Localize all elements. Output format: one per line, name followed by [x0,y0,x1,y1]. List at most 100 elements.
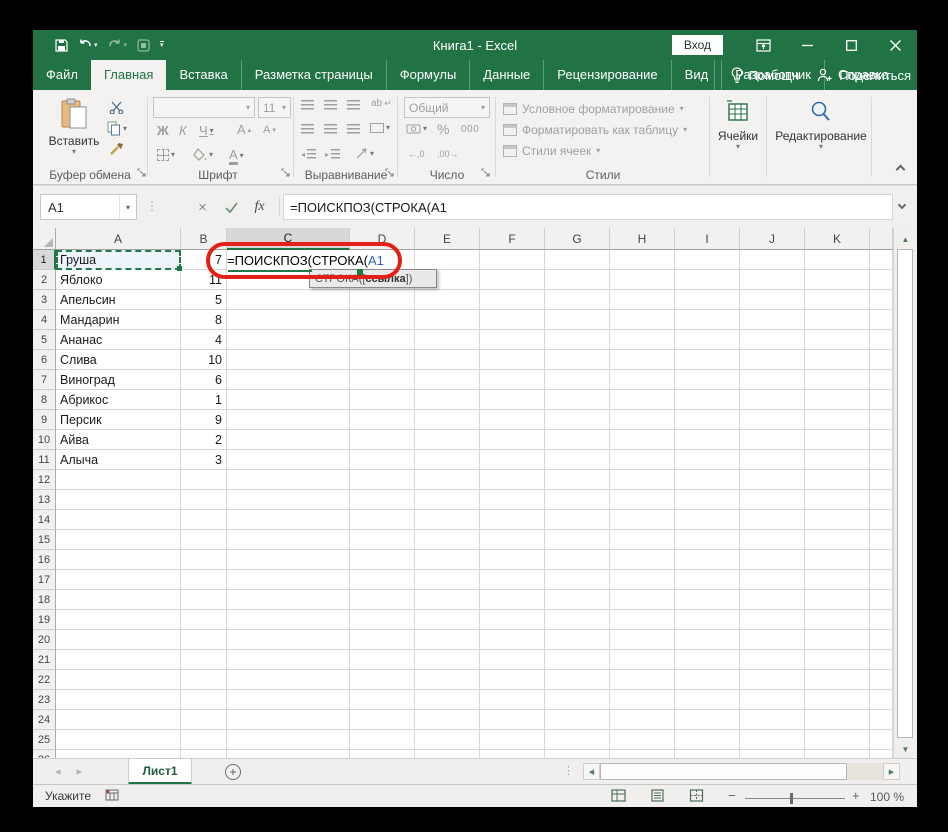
merge-center-button[interactable]: ▾ [370,123,390,133]
cell-I15[interactable] [675,530,740,550]
col-header-F[interactable]: F [480,228,545,250]
row-header-22[interactable]: 22 [33,670,56,690]
collapse-ribbon-icon[interactable] [896,165,906,175]
row-header-4[interactable]: 4 [33,310,56,330]
cell-partial-22[interactable] [870,670,893,690]
cell-F4[interactable] [480,310,545,330]
cell-B14[interactable] [181,510,227,530]
zoom-slider-track[interactable] [745,798,845,799]
cell-E24[interactable] [415,710,480,730]
cell-I22[interactable] [675,670,740,690]
cell-D11[interactable] [350,450,415,470]
cell-D23[interactable] [350,690,415,710]
sign-in-button[interactable]: Вход [672,35,723,55]
cell-D3[interactable] [350,290,415,310]
cell-K12[interactable] [805,470,870,490]
cell-G12[interactable] [545,470,610,490]
cell-A6[interactable]: Слива [56,350,181,370]
grow-font-button[interactable]: А▴ [237,122,251,137]
cell-C8[interactable] [227,390,350,410]
cell-J10[interactable] [740,430,805,450]
cell-F13[interactable] [480,490,545,510]
font-name-combo[interactable]: ▾ [153,97,255,118]
cell-K20[interactable] [805,630,870,650]
decrease-decimal-button[interactable]: ,00→ [437,149,459,159]
cell-A14[interactable] [56,510,181,530]
cell-G2[interactable] [545,270,610,290]
cell-I5[interactable] [675,330,740,350]
cell-B1[interactable]: 7 [181,250,227,270]
cell-F11[interactable] [480,450,545,470]
scroll-up-icon[interactable]: ▲ [894,230,917,248]
cell-I16[interactable] [675,550,740,570]
cell-B22[interactable] [181,670,227,690]
cell-B12[interactable] [181,470,227,490]
row-header-16[interactable]: 16 [33,550,56,570]
cell-I21[interactable] [675,650,740,670]
ribbon-tab-2[interactable]: Главная [91,60,166,90]
cell-partial-7[interactable] [870,370,893,390]
cancel-entry-button[interactable]: × [190,194,215,220]
cell-F7[interactable] [480,370,545,390]
copy-button[interactable]: ▾ [107,121,127,136]
cell-E4[interactable] [415,310,480,330]
cell-H24[interactable] [610,710,675,730]
cell-E13[interactable] [415,490,480,510]
cell-E10[interactable] [415,430,480,450]
clipboard-dialog-launcher-icon[interactable] [137,166,146,180]
cell-K16[interactable] [805,550,870,570]
cell-I1[interactable] [675,250,740,270]
cell-H7[interactable] [610,370,675,390]
cell-G4[interactable] [545,310,610,330]
cell-D20[interactable] [350,630,415,650]
row-header-24[interactable]: 24 [33,710,56,730]
align-middle-button[interactable] [324,100,337,110]
borders-button[interactable]: ▾ [157,149,175,161]
name-box-dropdown-icon[interactable]: ▾ [119,195,136,219]
col-header-H[interactable]: H [610,228,675,250]
cell-I24[interactable] [675,710,740,730]
cell-C21[interactable] [227,650,350,670]
cell-F12[interactable] [480,470,545,490]
cell-K25[interactable] [805,730,870,750]
cell-E14[interactable] [415,510,480,530]
row-header-25[interactable]: 25 [33,730,56,750]
styles-item-3[interactable]: Стили ячеек▾ [503,140,687,161]
col-header-I[interactable]: I [675,228,740,250]
formula-bar-input[interactable]: =ПОИСКПОЗ(СТРОКА(A1 [283,194,893,220]
new-sheet-button[interactable]: + [225,764,241,780]
cell-A25[interactable] [56,730,181,750]
zoom-in-icon[interactable]: + [852,788,860,803]
cell-H6[interactable] [610,350,675,370]
cell-F2[interactable] [480,270,545,290]
cell-H8[interactable] [610,390,675,410]
cell-J15[interactable] [740,530,805,550]
cell-B3[interactable]: 5 [181,290,227,310]
cell-J18[interactable] [740,590,805,610]
alignment-dialog-launcher-icon[interactable] [385,166,394,180]
cell-K1[interactable] [805,250,870,270]
cell-J12[interactable] [740,470,805,490]
cell-J26[interactable] [740,750,805,758]
cell-H14[interactable] [610,510,675,530]
cell-J22[interactable] [740,670,805,690]
confirm-entry-button[interactable] [219,194,244,220]
scroll-down-icon[interactable]: ▼ [894,740,917,758]
number-dialog-launcher-icon[interactable] [481,166,490,180]
cell-E5[interactable] [415,330,480,350]
ribbon-tab-5[interactable]: Формулы [386,60,470,90]
cell-J21[interactable] [740,650,805,670]
cell-E18[interactable] [415,590,480,610]
cell-D7[interactable] [350,370,415,390]
cell-H26[interactable] [610,750,675,758]
cell-G21[interactable] [545,650,610,670]
cell-H3[interactable] [610,290,675,310]
cell-partial-9[interactable] [870,410,893,430]
cell-J13[interactable] [740,490,805,510]
sheet-nav-right-icon[interactable]: ▸ [77,765,83,778]
cell-D22[interactable] [350,670,415,690]
cell-E11[interactable] [415,450,480,470]
name-box[interactable]: A1 ▾ [40,194,137,220]
cell-A9[interactable]: Персик [56,410,181,430]
cell-E19[interactable] [415,610,480,630]
